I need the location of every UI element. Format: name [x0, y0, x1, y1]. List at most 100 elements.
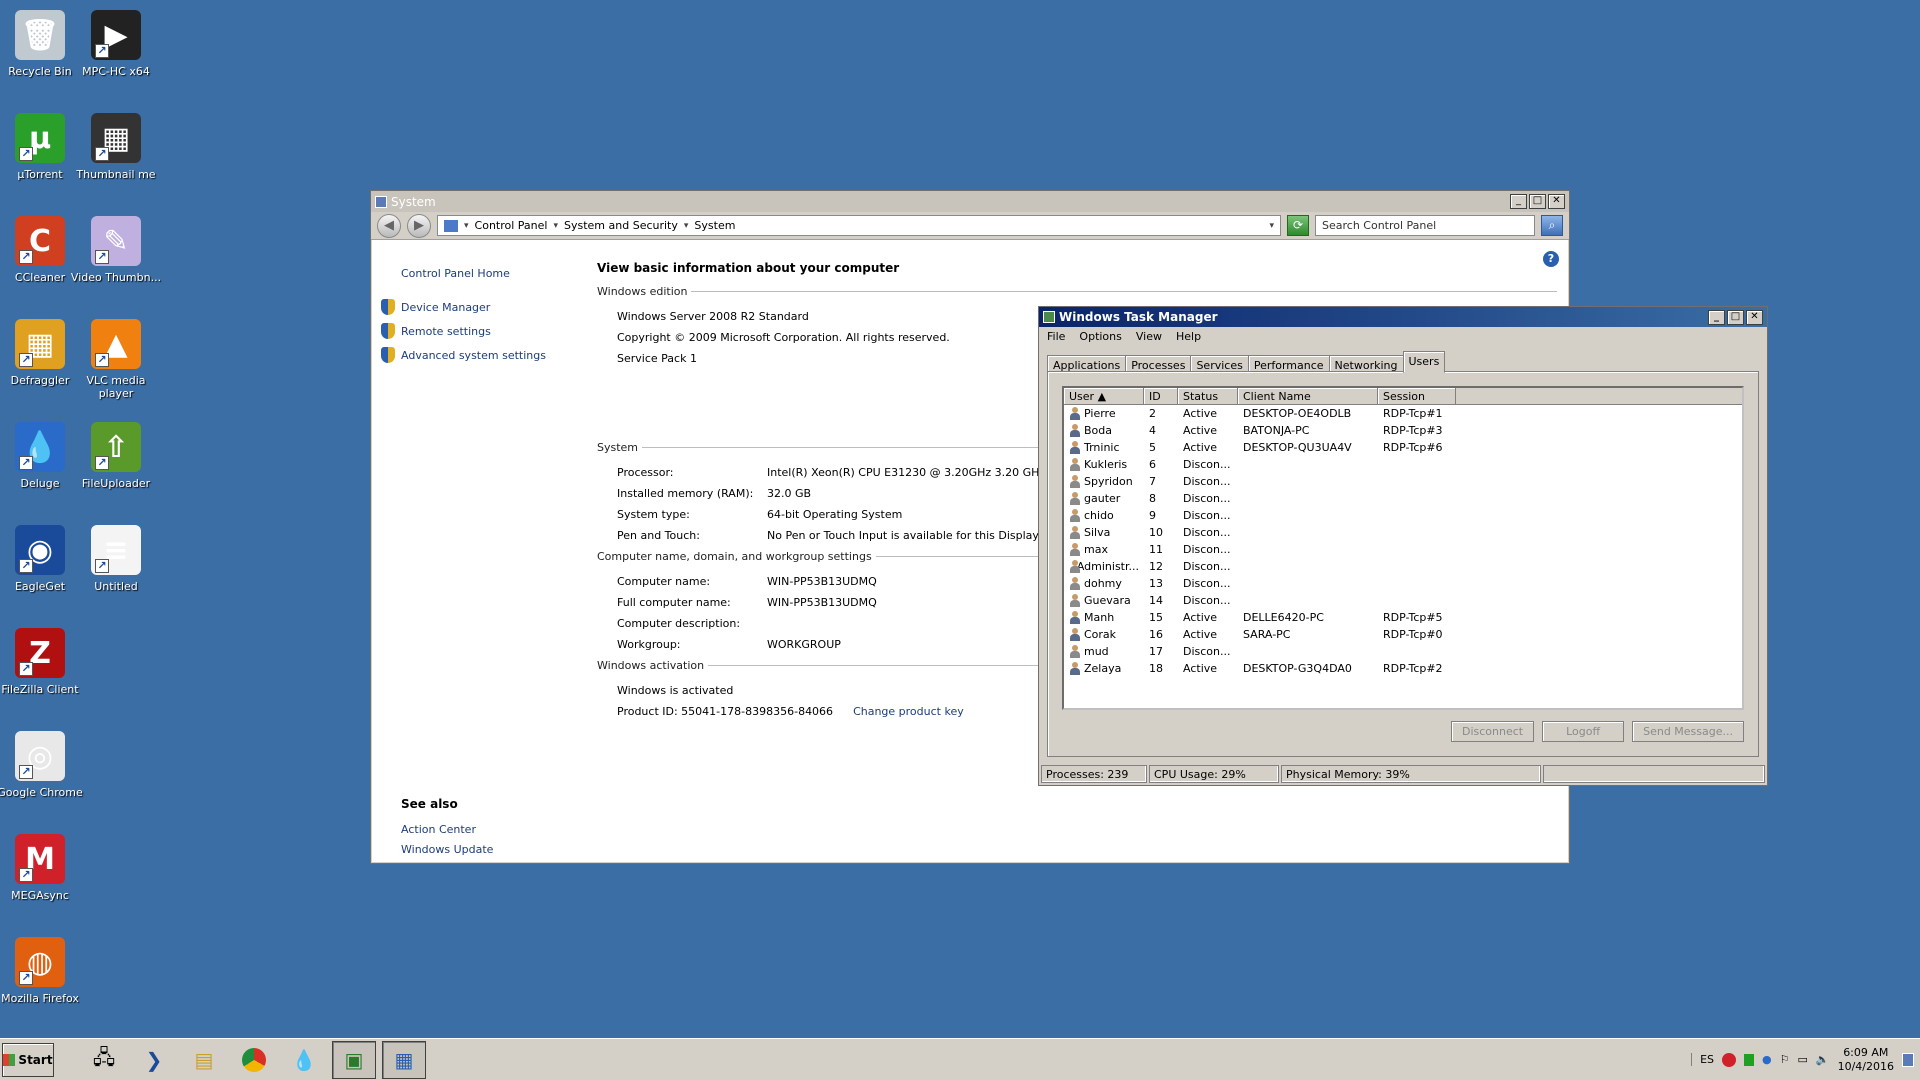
volume-icon[interactable]: 🔈 [1816, 1053, 1830, 1066]
desktop-icon[interactable]: ✎ ↗ Video Thumbn... [70, 212, 162, 284]
logoff-button[interactable]: Logoff [1542, 721, 1625, 742]
table-row[interactable]: Corak 16 Active SARA-PC RDP-Tcp#0 [1064, 626, 1742, 643]
address-dropdown-icon[interactable]: ▾ [1269, 221, 1274, 231]
control-panel-taskbar-icon[interactable]: ▦ [382, 1040, 426, 1079]
search-input[interactable]: Search Control Panel [1315, 215, 1535, 236]
list-header: User ▲ ID Status Client Name Session [1064, 388, 1742, 405]
start-button[interactable]: Start [2, 1042, 54, 1077]
table-row[interactable]: Silva 10 Discon... [1064, 524, 1742, 541]
menu-options[interactable]: Options [1079, 330, 1121, 344]
device-manager-link[interactable]: Device Manager [381, 295, 581, 319]
system-titlebar[interactable]: System _ □ ✕ [371, 191, 1569, 212]
control-panel-home-link[interactable]: Control Panel Home [381, 261, 581, 285]
breadcrumb-system-security[interactable]: System and Security [564, 219, 678, 232]
forward-button[interactable]: ▶ [407, 213, 431, 238]
close-button[interactable]: ✕ [1746, 309, 1763, 325]
cell-session: RDP-Tcp#0 [1383, 628, 1443, 641]
menu-file[interactable]: File [1047, 330, 1065, 344]
server-manager-icon[interactable]: 🖧 [82, 1041, 126, 1079]
cell-session: RDP-Tcp#3 [1383, 424, 1443, 437]
deluge-icon: 💧 ↗ [15, 422, 65, 472]
table-row[interactable]: max 11 Discon... [1064, 541, 1742, 558]
cell-session: RDP-Tcp#6 [1383, 441, 1443, 454]
task-manager-titlebar[interactable]: Windows Task Manager _ □ ✕ [1039, 307, 1767, 327]
network-icon[interactable]: ▭ [1797, 1053, 1807, 1066]
minimize-button[interactable]: _ [1708, 309, 1725, 325]
explorer-icon[interactable]: ▤ [182, 1041, 226, 1079]
remote-settings-link[interactable]: Remote settings [381, 319, 581, 343]
desktop-icon[interactable]: ▲ ↗ VLC media player [70, 315, 162, 400]
users-list[interactable]: User ▲ ID Status Client Name Session Pierre 2… [1062, 386, 1744, 710]
back-button[interactable]: ◀ [377, 213, 401, 238]
table-row[interactable]: dohmy 13 Discon... [1064, 575, 1742, 592]
clock-time: 6:09 AM [1843, 1045, 1889, 1059]
table-row[interactable]: mud 17 Discon... [1064, 643, 1742, 660]
table-row[interactable]: Kukleris 6 Discon... [1064, 456, 1742, 473]
deluge-tray-icon[interactable]: ● [1762, 1053, 1772, 1066]
breadcrumb-system[interactable]: System [694, 219, 735, 232]
breadcrumb-control-panel[interactable]: Control Panel [475, 219, 548, 232]
tab-users[interactable]: Users [1402, 351, 1446, 373]
thumbnail-me-icon: ▦ ↗ [91, 113, 141, 163]
desktop-icon[interactable]: ⇧ ↗ FileUploader [70, 418, 162, 490]
page-title: View basic information about your comput… [597, 261, 900, 275]
table-row[interactable]: Boda 4 Active BATONJA-PC RDP-Tcp#3 [1064, 422, 1742, 439]
desktop-icon[interactable]: ▶ ↗ MPC-HC x64 [70, 6, 162, 78]
desktop-icon[interactable]: M ↗ MEGAsync [0, 830, 86, 902]
task-manager-taskbar-icon[interactable]: ▣ [332, 1040, 376, 1079]
mega-tray-icon[interactable] [1722, 1052, 1736, 1067]
table-row[interactable]: Manh 15 Active DELLE6420-PC RDP-Tcp#5 [1064, 609, 1742, 626]
advanced-settings-link[interactable]: Advanced system settings [381, 343, 581, 367]
windows-logo-icon [3, 1053, 16, 1066]
advanced-settings-label: Advanced system settings [401, 348, 546, 362]
tray-green-icon[interactable] [1744, 1053, 1754, 1066]
cell-user: chido [1064, 509, 1144, 522]
address-bar[interactable]: ▾ Control Panel ▾ System and Security ▾ … [437, 215, 1281, 236]
refresh-icon[interactable]: ⟳ [1287, 215, 1309, 236]
table-row[interactable]: gauter 8 Discon... [1064, 490, 1742, 507]
column-header-id[interactable]: ID [1144, 388, 1178, 404]
see-also-heading: See also [401, 797, 458, 811]
clock[interactable]: 6:09 AM 10/4/2016 [1838, 1046, 1894, 1074]
minimize-button[interactable]: _ [1510, 194, 1527, 209]
user-icon [1069, 407, 1081, 420]
send-message-button[interactable]: Send Message... [1632, 721, 1744, 742]
table-row[interactable]: Pierre 2 Active DESKTOP-OE4ODLB RDP-Tcp#1 [1064, 405, 1742, 422]
desktop-icon[interactable]: ≡ ↗ Untitled [70, 521, 162, 593]
column-header-session[interactable]: Session [1378, 388, 1456, 404]
desktop-icon[interactable]: ▦ ↗ Thumbnail me [70, 109, 162, 181]
change-product-key-link[interactable]: Change product key [853, 705, 964, 718]
action-center-link[interactable]: Action Center [401, 819, 581, 839]
chrome-taskbar-icon[interactable] [232, 1041, 276, 1079]
disconnect-button[interactable]: Disconnect [1450, 721, 1535, 742]
language-indicator[interactable]: ES [1691, 1053, 1714, 1066]
menu-help[interactable]: Help [1176, 330, 1201, 344]
show-desktop-button[interactable] [1902, 1052, 1914, 1067]
user-name: Boda [1084, 424, 1112, 437]
cell-user: dohmy [1064, 577, 1144, 590]
search-icon[interactable]: ⌕ [1541, 215, 1563, 236]
windows-update-link[interactable]: Windows Update [401, 839, 581, 859]
powershell-icon[interactable]: ❯ [132, 1041, 176, 1079]
maximize-button[interactable]: □ [1529, 194, 1546, 209]
column-header-user[interactable]: User ▲ [1064, 388, 1144, 404]
table-row[interactable]: Administr... 12 Discon... [1064, 558, 1742, 575]
desktop-icon[interactable]: Z ↗ FileZilla Client [0, 624, 86, 696]
defraggler-icon: ▦ ↗ [15, 319, 65, 369]
close-button[interactable]: ✕ [1548, 194, 1565, 209]
table-row[interactable]: chido 9 Discon... [1064, 507, 1742, 524]
column-header-client-name[interactable]: Client Name [1238, 388, 1378, 404]
desktop-icon[interactable]: ◎ ↗ Google Chrome [0, 727, 86, 799]
desktop-icon-label: Google Chrome [0, 786, 83, 799]
maximize-button[interactable]: □ [1727, 309, 1744, 325]
flag-icon[interactable]: ⚐ [1780, 1053, 1790, 1066]
menu-view[interactable]: View [1136, 330, 1162, 344]
table-row[interactable]: Trninic 5 Active DESKTOP-QU3UA4V RDP-Tcp#6 [1064, 439, 1742, 456]
table-row[interactable]: Spyridon 7 Discon... [1064, 473, 1742, 490]
column-header-status[interactable]: Status [1178, 388, 1238, 404]
desktop-icon[interactable]: ◍ ↗ Mozilla Firefox [0, 933, 86, 1005]
table-row[interactable]: Zelaya 18 Active DESKTOP-G3Q4DA0 RDP-Tcp#2 [1064, 660, 1742, 677]
cell-client: DELLE6420-PC [1243, 611, 1324, 624]
deluge-taskbar-icon[interactable]: 💧 [282, 1041, 326, 1079]
table-row[interactable]: Guevara 14 Discon... [1064, 592, 1742, 609]
